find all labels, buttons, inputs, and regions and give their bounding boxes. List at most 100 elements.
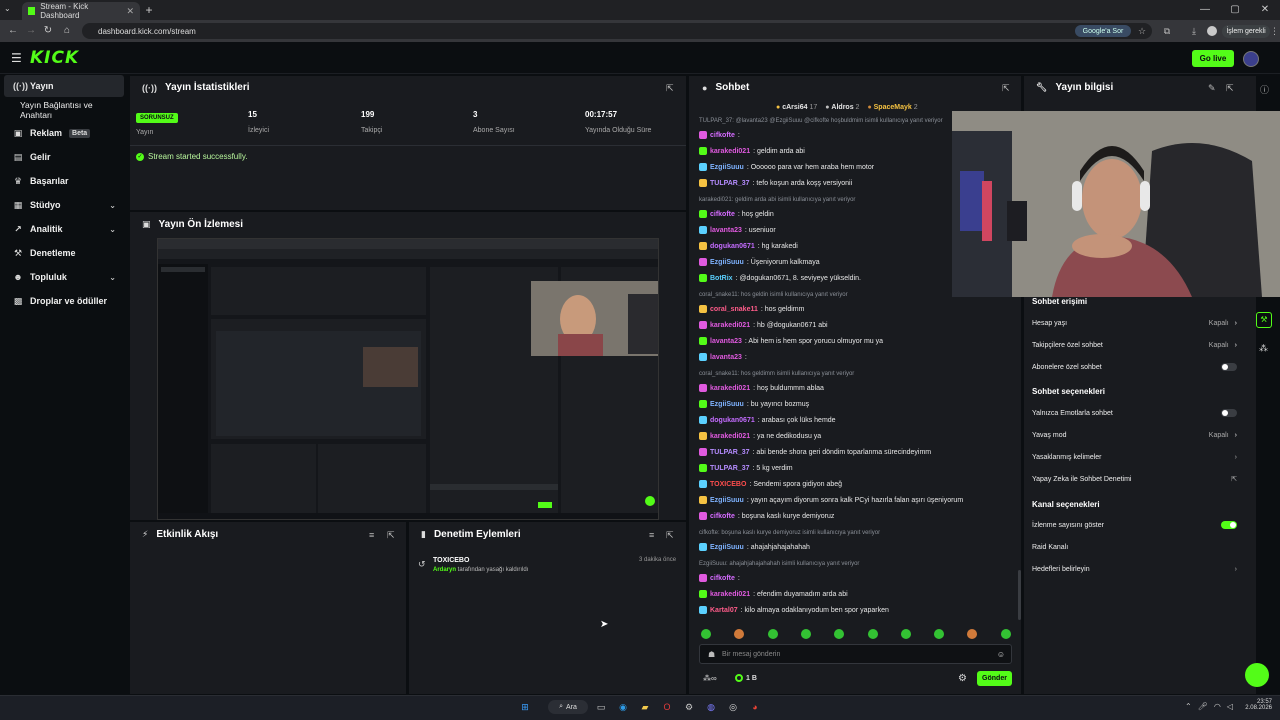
filter-icon[interactable]: ≡	[649, 530, 654, 540]
hamburger-menu-icon[interactable]: ☰	[11, 52, 23, 64]
chat-settings-gear-icon[interactable]: ⚙	[958, 673, 967, 684]
ai-mod-row[interactable]: Yapay Zeka ile Sohbet Denetimi ⇱	[1032, 472, 1237, 486]
chat-username[interactable]: cifkofte	[710, 211, 735, 218]
windows-start-icon[interactable]: ⊞	[519, 701, 531, 713]
mod-target-user[interactable]: TOXICEBO	[433, 557, 469, 564]
sidebar-item-yayin[interactable]: ((·)) Yayın	[4, 75, 124, 97]
chrome-icon[interactable]: ◕	[749, 701, 761, 713]
info-circle-icon[interactable]: ⓘ	[1260, 83, 1269, 96]
chat-username[interactable]: karakedi021	[710, 591, 750, 598]
downloads-icon[interactable]: ⤓	[1189, 26, 1199, 36]
sidebar-item-studyo[interactable]: ▦ Stüdyo ⌄	[4, 194, 124, 216]
chat-message[interactable]: coral_snake11: hos geldimm	[699, 305, 804, 313]
file-explorer-icon[interactable]: ▰	[639, 701, 651, 713]
sidebar-item-topluluk[interactable]: ☻ Topluluk ⌄	[4, 266, 124, 288]
close-window-icon[interactable]: ✕	[1250, 0, 1280, 20]
popout-icon[interactable]: ⇱	[666, 83, 674, 94]
popout-icon[interactable]: ⇱	[666, 530, 674, 541]
banned-words-row[interactable]: Yasaklanmış kelimeler ›	[1032, 450, 1237, 464]
chat-scrollbar[interactable]	[1018, 570, 1021, 620]
chat-username[interactable]: karakedi021	[710, 148, 750, 155]
reload-icon[interactable]: ↻	[41, 24, 55, 38]
steam-icon[interactable]: ⚙	[683, 701, 695, 713]
emote-icon[interactable]	[967, 629, 978, 639]
infinity-points-icon[interactable]: ⁂∞	[703, 674, 717, 683]
chat-username[interactable]: EzgiiSuuu	[710, 259, 744, 266]
back-icon[interactable]: ←	[6, 24, 20, 38]
task-view-icon[interactable]: ▭	[595, 701, 607, 713]
chat-message[interactable]: lavanta23: useniuor	[699, 226, 776, 234]
chat-username[interactable]: EzgiiSuuu	[710, 164, 744, 171]
popout-icon[interactable]: ⇱	[1226, 83, 1234, 94]
chat-message[interactable]: karakedi021: efendim duyamadım arda abi	[699, 590, 848, 598]
mod-actor[interactable]: Ardaryn	[433, 567, 456, 573]
sidebar-item-reklam[interactable]: ▣ Reklam Beta	[4, 122, 124, 144]
chat-username[interactable]: TOXICEBO	[710, 481, 746, 488]
bookmark-star-icon[interactable]: ☆	[1137, 26, 1147, 36]
taskbar-search[interactable]: ⌕ Ara	[548, 700, 588, 714]
obs-icon[interactable]: ◎	[727, 701, 739, 713]
sidebar-item-denetleme[interactable]: ⚒ Denetleme	[4, 242, 124, 264]
chat-input[interactable]: ☗ Bir mesaj gönderin ☺	[699, 644, 1012, 664]
account-age-row[interactable]: Hesap yaşı Kapalı ›	[1032, 316, 1237, 330]
chat-username[interactable]: cifkofte	[710, 575, 735, 582]
chat-username[interactable]: TULPAR_37	[710, 449, 750, 456]
chat-username[interactable]: coral_snake11	[710, 306, 758, 313]
chat-message[interactable]: lavanta23:	[699, 353, 747, 361]
emote-icon[interactable]	[800, 629, 811, 639]
chat-username[interactable]: karakedi021	[710, 322, 750, 329]
google-ask-button[interactable]: Google'a Sor	[1075, 25, 1131, 37]
chat-message[interactable]: TULPAR_37: 5 kg verdim	[699, 464, 793, 472]
stream-preview-video[interactable]	[157, 238, 659, 520]
emote-icon[interactable]	[934, 629, 945, 639]
chat-username[interactable]: EzgiiSuuu	[710, 544, 744, 551]
chat-message[interactable]: EzgiiSuuu: yayın açayım diyorum sonra ka…	[699, 496, 963, 504]
chat-username[interactable]: EzgiiSuuu	[710, 497, 744, 504]
sidebar-item-stream-key[interactable]: Yayın Bağlantısı ve Anahtarı	[4, 99, 124, 121]
chat-message[interactable]: dogukan0671: hg karakedi	[699, 242, 798, 250]
chat-username[interactable]: lavanta23	[710, 338, 742, 345]
raid-row[interactable]: Raid Kanalı	[1032, 540, 1237, 554]
close-tab-icon[interactable]: ✕	[126, 6, 134, 17]
chat-message[interactable]: cifkofte: boşuna kaslı kurye demiyoruz	[699, 512, 834, 520]
popout-icon[interactable]: ⇱	[1002, 83, 1010, 94]
chat-message[interactable]: TULPAR_37: tefo koşun arda koşş versiyon…	[699, 179, 852, 187]
slow-mode-row[interactable]: Yavaş mod Kapalı ›	[1032, 428, 1237, 442]
chat-message[interactable]: karakedi021: hb @dogukan0671 abi	[699, 321, 828, 329]
points-display[interactable]: 1 B	[735, 674, 757, 682]
menu-kebab-icon[interactable]: ⋮	[1270, 26, 1279, 36]
opera-icon[interactable]: O	[661, 701, 673, 713]
chat-message[interactable]: lavanta23: Abi hem is hem spor yorucu ol…	[699, 337, 883, 345]
chat-username[interactable]: karakedi021	[710, 433, 750, 440]
chat-message[interactable]: karakedi021: ya ne dedikodusu ya	[699, 432, 821, 440]
forward-icon[interactable]: →	[24, 24, 38, 38]
chat-message[interactable]: BotRix: @dogukan0671, 8. seviyeye yüksel…	[699, 274, 861, 282]
show-viewers-toggle[interactable]	[1221, 521, 1237, 529]
extensions-icon[interactable]: ⧉	[1162, 26, 1172, 36]
chat-message[interactable]: TULPAR_37: abi bende shora geri döndim t…	[699, 448, 931, 456]
chat-username[interactable]: EzgiiSuuu	[710, 401, 744, 408]
popout-icon[interactable]: ⇱	[387, 530, 395, 541]
update-button[interactable]: İşlem gerekli	[1222, 25, 1270, 38]
chat-message[interactable]: EzgiiSuuu: Oooooo para var hem araba hem…	[699, 163, 874, 171]
chat-username[interactable]: karakedi021	[710, 385, 750, 392]
chat-message[interactable]: cifkofte:	[699, 574, 740, 582]
chat-username[interactable]: cifkofte	[710, 132, 735, 139]
chat-message[interactable]: dogukan0671: arabası çok lüks hemde	[699, 416, 836, 424]
chat-username[interactable]: Kartal07	[710, 607, 738, 614]
chat-message[interactable]: EzgiiSuuu: ahajahjahajahahah	[699, 543, 810, 551]
gifter-3[interactable]: ● SpaceMayk 2	[867, 104, 917, 111]
chat-message[interactable]: EzgiiSuuu: Üşeniyorum kalkmaya	[699, 258, 820, 266]
chat-message[interactable]: karakedi021: geldim arda abi	[699, 147, 805, 155]
url-input[interactable]: dashboard.kick.com/stream	[82, 23, 1152, 39]
system-tray[interactable]: ⌃ 🎤︎ ◠ ◁	[1185, 702, 1233, 711]
emote-icon[interactable]	[1000, 629, 1011, 639]
emote-icon[interactable]	[834, 629, 845, 639]
sidebar-item-gelir[interactable]: ▤ Gelir	[4, 146, 124, 168]
tab-list-chevron-icon[interactable]: ⌄	[4, 4, 11, 13]
gifter-2[interactable]: ● Aldros 2	[825, 104, 859, 111]
chat-username[interactable]: dogukan0671	[710, 243, 755, 250]
chat-username[interactable]: TULPAR_37	[710, 465, 750, 472]
chat-username[interactable]: dogukan0671	[710, 417, 755, 424]
chat-message[interactable]: karakedi021: hoş buldummm ablaa	[699, 384, 824, 392]
